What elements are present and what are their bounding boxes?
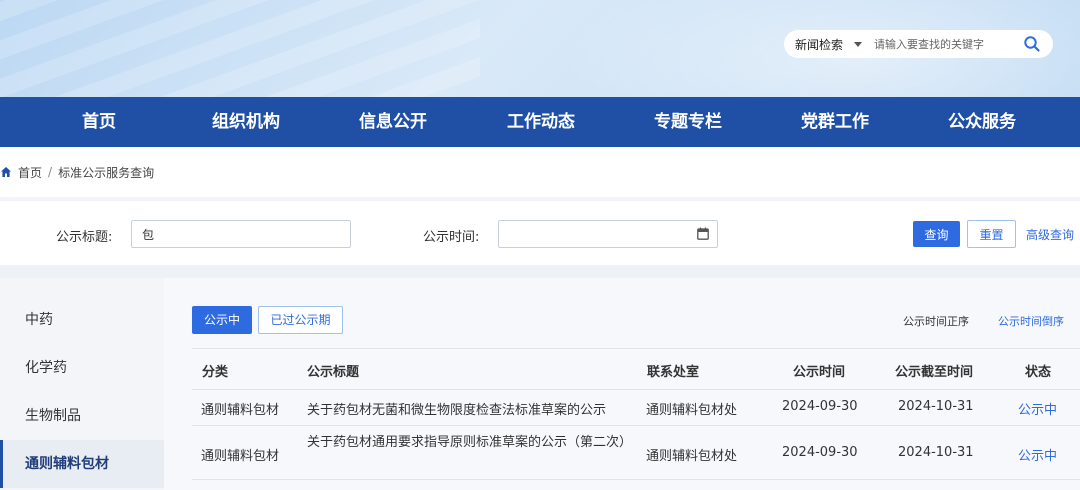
sort-time-desc[interactable]: 公示时间倒序 (998, 313, 1064, 329)
cell-status[interactable]: 公示中 (1018, 399, 1057, 418)
main-nav: 首页 组织机构 信息公开 工作动态 专题专栏 党群工作 公众服务 (0, 97, 1080, 147)
cell-status[interactable]: 公示中 (1018, 445, 1057, 464)
category-sidebar: 中药 化学药 生物制品 通则辅料包材 (0, 278, 164, 490)
sidebar-item-excipients-packaging[interactable]: 通则辅料包材 (0, 440, 164, 488)
home-icon (1, 167, 11, 177)
cell-department: 通则辅料包材处 (646, 403, 738, 418)
sidebar-item-chemical-drugs[interactable]: 化学药 (0, 344, 164, 392)
nav-item-info-disclosure[interactable]: 信息公开 (359, 97, 427, 147)
cell-category: 通则辅料包材 (201, 403, 280, 418)
column-header-category: 分类 (202, 365, 229, 380)
search-input[interactable] (874, 37, 1015, 51)
query-button[interactable]: 查询 (913, 221, 960, 247)
column-header-end-date: 公示截至时间 (895, 365, 974, 380)
title-filter-input[interactable] (131, 220, 351, 248)
title-filter-label: 公示标题: (56, 230, 113, 245)
cell-title-link[interactable]: 关于药包材无菌和微生物限度检查法标准草案的公示 (307, 399, 606, 418)
nav-item-special-topics[interactable]: 专题专栏 (654, 97, 722, 147)
time-filter-input[interactable] (498, 220, 718, 248)
cell-publish-date: 2024-09-30 (782, 445, 858, 460)
cell-department: 通则辅料包材处 (646, 449, 738, 464)
news-search-box: 新闻检索 (784, 30, 1053, 58)
nav-item-work-news[interactable]: 工作动态 (507, 97, 575, 147)
sidebar-item-tcm[interactable]: 中药 (0, 296, 164, 344)
search-category-select[interactable]: 新闻检索 (795, 36, 843, 53)
nav-item-party-work[interactable]: 党群工作 (801, 97, 869, 147)
cell-end-date: 2024-10-31 (898, 445, 974, 460)
column-header-department: 联系处室 (647, 365, 700, 380)
time-filter-label: 公示时间: (423, 230, 480, 245)
filter-bar: 公示标题: 公示时间: 查询 重置 高级查询 (0, 201, 1080, 265)
breadcrumb-separator: / (48, 165, 53, 179)
table-top-border (192, 348, 1080, 349)
search-icon[interactable] (1023, 35, 1041, 53)
chevron-down-icon[interactable] (854, 41, 863, 47)
sidebar-item-biologics[interactable]: 生物制品 (0, 392, 164, 440)
tab-expired[interactable]: 已过公示期 (258, 306, 343, 334)
breadcrumb: 首页 / 标准公示服务查询 (0, 147, 1080, 197)
results-panel: 公示中 已过公示期 公示时间正序 公示时间倒序 分类 公示标题 联系处室 公示时… (164, 278, 1080, 490)
nav-item-home[interactable]: 首页 (82, 97, 116, 147)
cell-end-date: 2024-10-31 (898, 399, 974, 414)
cell-title-link[interactable]: 关于药包材通用要求指导原则标准草案的公示（第二次） (307, 433, 632, 452)
tab-in-publicity[interactable]: 公示中 (192, 306, 252, 334)
breadcrumb-home-link[interactable]: 首页 (18, 164, 42, 181)
column-header-publish-date: 公示时间 (793, 365, 846, 380)
nav-item-public-service[interactable]: 公众服务 (948, 97, 1016, 147)
table-row-border (192, 425, 1080, 426)
sort-time-asc[interactable]: 公示时间正序 (903, 313, 969, 329)
reset-button[interactable]: 重置 (967, 220, 1016, 248)
table-header-border (192, 389, 1080, 390)
column-header-title: 公示标题 (307, 365, 360, 380)
calendar-icon[interactable] (697, 227, 709, 240)
table-row-border (192, 479, 1080, 480)
cell-category: 通则辅料包材 (201, 449, 280, 464)
advanced-search-link[interactable]: 高级查询 (1026, 226, 1074, 243)
nav-item-organization[interactable]: 组织机构 (212, 97, 280, 147)
cell-publish-date: 2024-09-30 (782, 399, 858, 414)
breadcrumb-current: 标准公示服务查询 (58, 165, 155, 180)
column-header-status: 状态 (1025, 365, 1052, 380)
